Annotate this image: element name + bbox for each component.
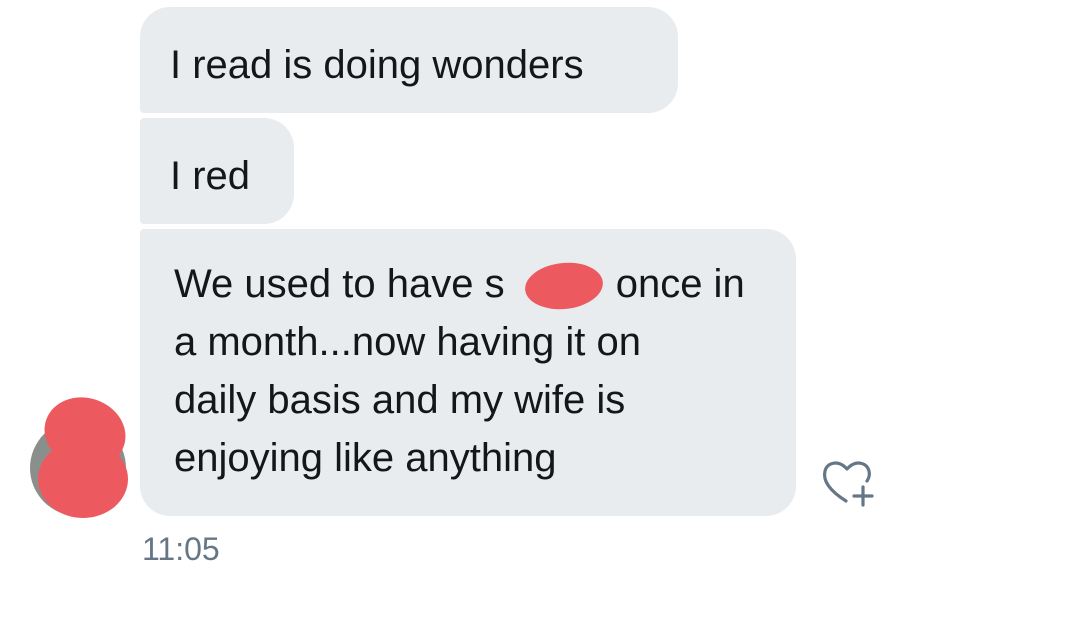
message-line: enjoying like anything [174, 436, 557, 480]
message-line: a month...now having it on [174, 320, 641, 364]
avatar-redaction-mark [38, 440, 128, 518]
add-reaction-button[interactable] [818, 455, 878, 509]
message-bubble[interactable]: I red [140, 118, 294, 224]
message-line: daily basis and my wife is [174, 378, 626, 422]
message-bubble[interactable]: I read is doing wonders [140, 7, 678, 113]
message-line: We used to have s once in [174, 262, 745, 306]
message-bubble[interactable]: We used to have s once in a month...now … [140, 229, 796, 516]
heart-plus-icon [822, 461, 874, 507]
message-timestamp: 11:05 [142, 531, 220, 567]
message-text: I red [170, 154, 251, 198]
message-text: I read is doing wonders [170, 43, 584, 87]
